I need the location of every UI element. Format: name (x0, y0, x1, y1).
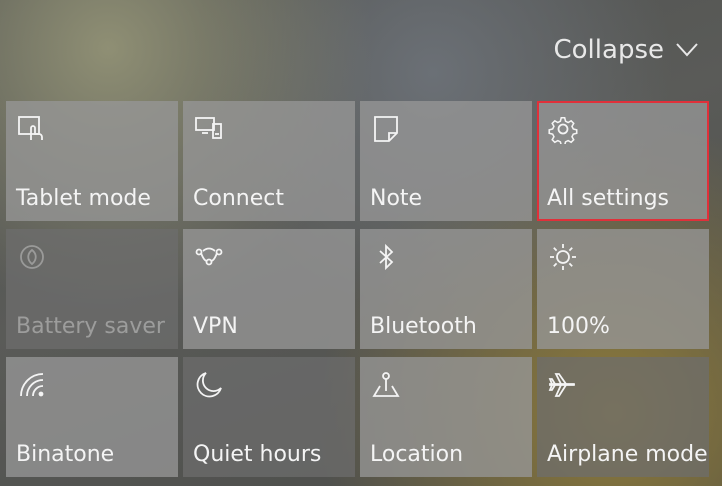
tile-label: Connect (193, 186, 284, 211)
tile-all-settings[interactable]: All settings (537, 101, 709, 221)
tile-label: Location (370, 442, 464, 467)
tile-label: VPN (193, 314, 238, 339)
tile-connect[interactable]: Connect (183, 101, 355, 221)
tile-note[interactable]: Note (360, 101, 532, 221)
connect-icon (193, 113, 225, 145)
tile-quiet-hours[interactable]: Quiet hours (183, 357, 355, 477)
note-icon (370, 113, 402, 145)
airplane-icon (547, 369, 579, 401)
battery-saver-icon (16, 241, 48, 273)
tile-label: Binatone (16, 442, 115, 467)
chevron-down-icon (676, 43, 698, 57)
collapse-button[interactable]: Collapse (554, 30, 699, 70)
tile-label: Battery saver (16, 314, 165, 339)
moon-icon (193, 369, 225, 401)
tile-tablet-mode[interactable]: Tablet mode (6, 101, 178, 221)
tile-label: Note (370, 186, 423, 211)
tile-wifi-network[interactable]: Binatone (6, 357, 178, 477)
tile-label: 100% (547, 314, 610, 339)
tile-label: Bluetooth (370, 314, 477, 339)
tile-bluetooth[interactable]: Bluetooth (360, 229, 532, 349)
tablet-mode-icon (16, 113, 48, 145)
tile-brightness[interactable]: 100% (537, 229, 709, 349)
tile-battery-saver[interactable]: Battery saver (6, 229, 178, 349)
tile-location[interactable]: Location (360, 357, 532, 477)
vpn-icon (193, 241, 225, 273)
bluetooth-icon (370, 241, 402, 273)
collapse-label: Collapse (553, 35, 665, 65)
brightness-icon (547, 241, 579, 273)
tile-vpn[interactable]: VPN (183, 229, 355, 349)
tile-label: Quiet hours (193, 442, 322, 467)
tile-airplane-mode[interactable]: Airplane mode (537, 357, 709, 477)
tile-label: All settings (547, 186, 669, 211)
tile-label: Airplane mode (547, 442, 708, 467)
location-icon (370, 369, 402, 401)
gear-icon (547, 113, 579, 145)
tile-label: Tablet mode (16, 186, 151, 211)
quick-actions-grid: Tablet mode Connect Note All settings Ba… (6, 101, 709, 477)
wifi-icon (16, 369, 48, 401)
